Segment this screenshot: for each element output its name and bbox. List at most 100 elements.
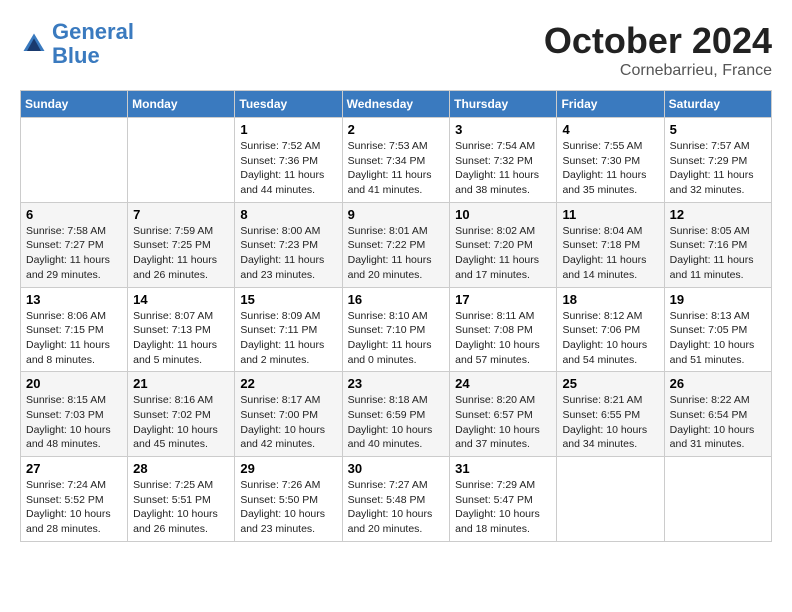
weekday-header-tuesday: Tuesday	[235, 91, 342, 118]
page-header: General Blue October 2024 Cornebarrieu, …	[20, 20, 772, 80]
calendar-cell: 20 Sunrise: 8:15 AM Sunset: 7:03 PM Dayli…	[21, 372, 128, 457]
calendar-table: SundayMondayTuesdayWednesdayThursdayFrid…	[20, 90, 772, 542]
day-number: 26	[670, 376, 766, 391]
day-info: Sunrise: 7:27 AM Sunset: 5:48 PM Dayligh…	[348, 478, 445, 537]
calendar-cell: 2 Sunrise: 7:53 AM Sunset: 7:34 PM Daylig…	[342, 118, 450, 203]
calendar-cell: 14 Sunrise: 8:07 AM Sunset: 7:13 PM Dayli…	[128, 287, 235, 372]
day-number: 22	[240, 376, 336, 391]
calendar-week-3: 13 Sunrise: 8:06 AM Sunset: 7:15 PM Dayli…	[21, 287, 772, 372]
day-number: 14	[133, 292, 229, 307]
day-info: Sunrise: 7:55 AM Sunset: 7:30 PM Dayligh…	[562, 139, 658, 198]
day-number: 4	[562, 122, 658, 137]
day-number: 20	[26, 376, 122, 391]
calendar-cell: 31 Sunrise: 7:29 AM Sunset: 5:47 PM Dayli…	[450, 457, 557, 542]
day-number: 1	[240, 122, 336, 137]
day-number: 25	[562, 376, 658, 391]
day-number: 19	[670, 292, 766, 307]
day-number: 15	[240, 292, 336, 307]
calendar-cell: 16 Sunrise: 8:10 AM Sunset: 7:10 PM Dayli…	[342, 287, 450, 372]
month-title: October 2024	[544, 20, 772, 62]
weekday-header-thursday: Thursday	[450, 91, 557, 118]
day-number: 31	[455, 461, 551, 476]
day-info: Sunrise: 8:17 AM Sunset: 7:00 PM Dayligh…	[240, 393, 336, 452]
calendar-cell: 27 Sunrise: 7:24 AM Sunset: 5:52 PM Dayli…	[21, 457, 128, 542]
day-info: Sunrise: 7:26 AM Sunset: 5:50 PM Dayligh…	[240, 478, 336, 537]
day-number: 17	[455, 292, 551, 307]
calendar-cell: 4 Sunrise: 7:55 AM Sunset: 7:30 PM Daylig…	[557, 118, 664, 203]
day-info: Sunrise: 7:53 AM Sunset: 7:34 PM Dayligh…	[348, 139, 445, 198]
day-info: Sunrise: 8:18 AM Sunset: 6:59 PM Dayligh…	[348, 393, 445, 452]
calendar-cell	[128, 118, 235, 203]
calendar-cell: 3 Sunrise: 7:54 AM Sunset: 7:32 PM Daylig…	[450, 118, 557, 203]
day-info: Sunrise: 8:20 AM Sunset: 6:57 PM Dayligh…	[455, 393, 551, 452]
calendar-cell: 8Sunrise: 8:00 AM Sunset: 7:23 PM Daylig…	[235, 202, 342, 287]
day-info: Sunrise: 8:15 AM Sunset: 7:03 PM Dayligh…	[26, 393, 122, 452]
day-number: 11	[562, 207, 658, 222]
calendar-cell: 25 Sunrise: 8:21 AM Sunset: 6:55 PM Dayli…	[557, 372, 664, 457]
day-number: 29	[240, 461, 336, 476]
day-info: Sunrise: 7:29 AM Sunset: 5:47 PM Dayligh…	[455, 478, 551, 537]
calendar-cell	[21, 118, 128, 203]
day-info: Sunrise: 7:25 AM Sunset: 5:51 PM Dayligh…	[133, 478, 229, 537]
day-info: Sunrise: 8:10 AM Sunset: 7:10 PM Dayligh…	[348, 309, 445, 368]
calendar-cell: 11 Sunrise: 8:04 AM Sunset: 7:18 PM Dayli…	[557, 202, 664, 287]
calendar-cell: 15Sunrise: 8:09 AM Sunset: 7:11 PM Dayli…	[235, 287, 342, 372]
day-number: 7	[133, 207, 229, 222]
logo-text-line1: General	[52, 20, 134, 44]
calendar-cell: 28 Sunrise: 7:25 AM Sunset: 5:51 PM Dayli…	[128, 457, 235, 542]
day-number: 9	[348, 207, 445, 222]
day-info: Sunrise: 7:58 AM Sunset: 7:27 PM Dayligh…	[26, 224, 122, 283]
calendar-cell: 6 Sunrise: 7:58 AM Sunset: 7:27 PM Daylig…	[21, 202, 128, 287]
day-info: Sunrise: 7:57 AM Sunset: 7:29 PM Dayligh…	[670, 139, 766, 198]
day-number: 12	[670, 207, 766, 222]
weekday-header-monday: Monday	[128, 91, 235, 118]
weekday-header-saturday: Saturday	[664, 91, 771, 118]
calendar-cell: 18Sunrise: 8:12 AM Sunset: 7:06 PM Dayli…	[557, 287, 664, 372]
logo-text-line2: Blue	[52, 44, 134, 68]
day-number: 16	[348, 292, 445, 307]
calendar-cell: 10Sunrise: 8:02 AM Sunset: 7:20 PM Dayli…	[450, 202, 557, 287]
day-info: Sunrise: 8:07 AM Sunset: 7:13 PM Dayligh…	[133, 309, 229, 368]
day-info: Sunrise: 8:16 AM Sunset: 7:02 PM Dayligh…	[133, 393, 229, 452]
day-number: 21	[133, 376, 229, 391]
day-info: Sunrise: 8:21 AM Sunset: 6:55 PM Dayligh…	[562, 393, 658, 452]
day-info: Sunrise: 7:52 AM Sunset: 7:36 PM Dayligh…	[240, 139, 336, 198]
weekday-header-sunday: Sunday	[21, 91, 128, 118]
calendar-cell	[557, 457, 664, 542]
day-number: 3	[455, 122, 551, 137]
calendar-cell: 13 Sunrise: 8:06 AM Sunset: 7:15 PM Dayli…	[21, 287, 128, 372]
day-info: Sunrise: 8:05 AM Sunset: 7:16 PM Dayligh…	[670, 224, 766, 283]
day-number: 27	[26, 461, 122, 476]
day-number: 30	[348, 461, 445, 476]
calendar-cell: 12 Sunrise: 8:05 AM Sunset: 7:16 PM Dayli…	[664, 202, 771, 287]
day-info: Sunrise: 7:24 AM Sunset: 5:52 PM Dayligh…	[26, 478, 122, 537]
day-info: Sunrise: 7:59 AM Sunset: 7:25 PM Dayligh…	[133, 224, 229, 283]
day-info: Sunrise: 8:11 AM Sunset: 7:08 PM Dayligh…	[455, 309, 551, 368]
day-number: 28	[133, 461, 229, 476]
day-info: Sunrise: 8:04 AM Sunset: 7:18 PM Dayligh…	[562, 224, 658, 283]
day-number: 18	[562, 292, 658, 307]
weekday-header-row: SundayMondayTuesdayWednesdayThursdayFrid…	[21, 91, 772, 118]
day-info: Sunrise: 7:54 AM Sunset: 7:32 PM Dayligh…	[455, 139, 551, 198]
calendar-cell	[664, 457, 771, 542]
day-number: 2	[348, 122, 445, 137]
calendar-cell: 23Sunrise: 8:18 AM Sunset: 6:59 PM Dayli…	[342, 372, 450, 457]
calendar-cell: 7 Sunrise: 7:59 AM Sunset: 7:25 PM Daylig…	[128, 202, 235, 287]
calendar-cell: 17 Sunrise: 8:11 AM Sunset: 7:08 PM Dayli…	[450, 287, 557, 372]
day-info: Sunrise: 8:06 AM Sunset: 7:15 PM Dayligh…	[26, 309, 122, 368]
weekday-header-wednesday: Wednesday	[342, 91, 450, 118]
day-number: 10	[455, 207, 551, 222]
day-number: 6	[26, 207, 122, 222]
day-number: 13	[26, 292, 122, 307]
calendar-cell: 1 Sunrise: 7:52 AM Sunset: 7:36 PM Daylig…	[235, 118, 342, 203]
calendar-cell: 5Sunrise: 7:57 AM Sunset: 7:29 PM Daylig…	[664, 118, 771, 203]
calendar-week-1: 1 Sunrise: 7:52 AM Sunset: 7:36 PM Daylig…	[21, 118, 772, 203]
calendar-cell: 24Sunrise: 8:20 AM Sunset: 6:57 PM Dayli…	[450, 372, 557, 457]
calendar-cell: 9Sunrise: 8:01 AM Sunset: 7:22 PM Daylig…	[342, 202, 450, 287]
calendar-cell: 26Sunrise: 8:22 AM Sunset: 6:54 PM Dayli…	[664, 372, 771, 457]
logo: General Blue	[20, 20, 134, 68]
calendar-cell: 29 Sunrise: 7:26 AM Sunset: 5:50 PM Dayli…	[235, 457, 342, 542]
calendar-cell: 30 Sunrise: 7:27 AM Sunset: 5:48 PM Dayli…	[342, 457, 450, 542]
title-block: October 2024 Cornebarrieu, France	[544, 20, 772, 80]
calendar-week-5: 27 Sunrise: 7:24 AM Sunset: 5:52 PM Dayli…	[21, 457, 772, 542]
